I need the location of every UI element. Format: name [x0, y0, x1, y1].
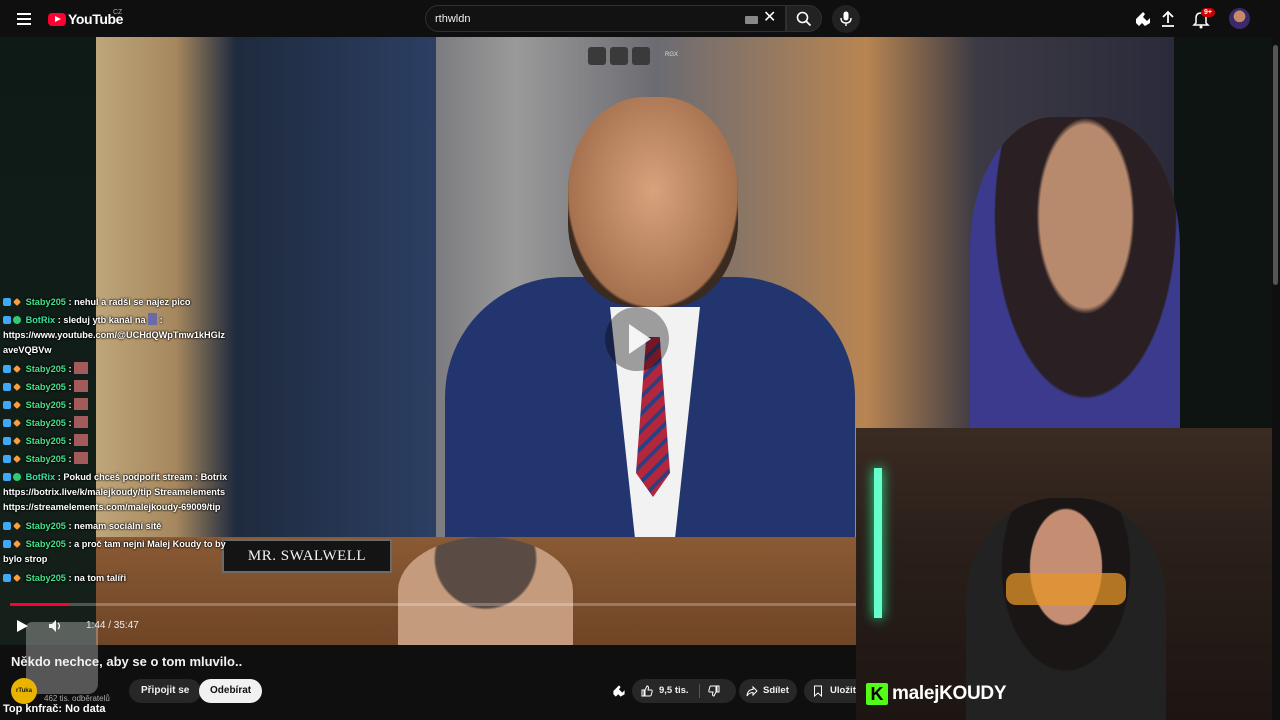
search-icon — [796, 11, 812, 27]
notification-badge: 9+ — [1201, 8, 1215, 17]
save-button[interactable]: Uložit — [804, 679, 856, 703]
dislike-icon[interactable] — [708, 685, 720, 697]
chat-message: Staby205 : — [3, 450, 238, 468]
badge-icon — [3, 437, 11, 445]
badge-icon — [3, 574, 11, 582]
voice-search-button[interactable] — [832, 5, 860, 33]
bookmark-icon — [814, 685, 822, 697]
badge-icon — [13, 365, 21, 373]
emote-icon — [74, 362, 89, 374]
search-query: rthwldn — [435, 13, 471, 25]
badge-icon — [3, 419, 11, 427]
stream-chat: Staby205 : nehul a radši se najez pico B… — [3, 293, 238, 587]
kick-logo: K — [866, 683, 888, 705]
microphone-icon — [840, 11, 852, 26]
youtube-play-icon — [48, 12, 66, 26]
overlay-tag: RGX — [665, 52, 679, 58]
search-button[interactable] — [786, 5, 822, 32]
badge-icon — [3, 365, 11, 373]
chat-message: BotRix : Pokud chceš podpořit stream : B… — [3, 472, 228, 512]
copy-icon[interactable] — [588, 47, 606, 65]
chat-message: Staby205 : nehul a radši se najez pico — [3, 293, 238, 311]
emote-icon — [74, 452, 89, 464]
badge-icon — [13, 419, 21, 427]
subscribe-button[interactable]: Odebírat — [199, 679, 263, 703]
badge-icon — [3, 383, 11, 391]
skip-icon[interactable] — [632, 47, 650, 65]
badge-icon — [13, 574, 21, 582]
badge-icon — [13, 540, 21, 548]
keyboard-icon[interactable] — [745, 16, 758, 24]
cam-glasses — [1006, 573, 1126, 605]
emote-icon — [148, 313, 158, 325]
progress-played — [10, 603, 71, 606]
subscriber-count: 462 tis. odběratelů — [44, 694, 110, 703]
badge-icon — [13, 401, 21, 409]
badge-icon — [13, 383, 21, 391]
country-code: CZ — [113, 9, 123, 16]
chat-message: Staby205 : — [3, 396, 238, 414]
extension-icon[interactable] — [611, 683, 627, 699]
badge-icon — [3, 316, 11, 324]
emote-icon — [74, 416, 89, 428]
badge-icon — [13, 437, 21, 445]
share-button[interactable]: Sdílet — [739, 679, 797, 703]
chat-message: BotRix : sleduj ytb kanál na : https://w… — [3, 313, 225, 355]
video-person-foreground — [398, 537, 573, 645]
youtube-logo[interactable]: YouTube — [48, 10, 123, 28]
account-avatar[interactable] — [1229, 8, 1250, 29]
menu-icon[interactable] — [14, 9, 34, 29]
join-button[interactable]: Připojit se — [129, 679, 202, 703]
chat-message: Staby205 : — [3, 432, 238, 450]
emote-icon — [74, 434, 89, 446]
nameplate: MR. SWALWELL — [222, 539, 392, 573]
like-icon[interactable] — [641, 685, 653, 697]
video-person-right — [970, 117, 1180, 447]
badge-icon — [13, 473, 21, 481]
emote-icon — [74, 398, 89, 410]
video-person-face — [568, 97, 738, 307]
top-bar: YouTube CZ rthwldn ✕ 9+ — [0, 0, 1280, 37]
badge-icon — [13, 455, 21, 463]
search-input[interactable]: rthwldn ✕ — [425, 5, 786, 32]
badge-icon — [3, 401, 11, 409]
badge-icon — [13, 522, 21, 530]
chat-message: Staby205 : — [3, 378, 238, 396]
badge-icon — [3, 473, 11, 481]
clear-icon[interactable]: ✕ — [763, 10, 776, 26]
chat-message: Staby205 : — [3, 414, 238, 432]
extension-icon[interactable] — [1133, 9, 1153, 29]
page-scrollbar[interactable] — [1272, 37, 1280, 720]
badge-icon — [13, 298, 21, 306]
like-count[interactable]: 9,5 tis. — [659, 679, 689, 703]
badge-icon — [3, 298, 11, 306]
exit-icon[interactable] — [610, 47, 628, 65]
badge-icon — [13, 316, 21, 324]
upload-icon[interactable] — [1158, 9, 1178, 29]
player-overlay-icons — [588, 47, 650, 65]
emote-icon — [74, 380, 89, 392]
play-overlay-icon[interactable] — [605, 307, 669, 371]
divider — [699, 684, 700, 698]
video-title: Někdo nechce, aby se o tom mluvilo.. — [11, 654, 243, 669]
scrollbar-thumb[interactable] — [1273, 45, 1278, 285]
chat-message: Staby205 : a proč tam nejni Malej Koudy … — [3, 539, 226, 564]
badge-icon — [3, 455, 11, 463]
share-icon — [746, 685, 758, 697]
like-dislike-group: 9,5 tis. — [632, 679, 736, 703]
channel-avatar[interactable]: rTuka — [11, 678, 37, 704]
streamer-label: K malejKOUDY — [866, 683, 1007, 705]
streamer-webcam: K malejKOUDY — [856, 428, 1280, 720]
badge-icon — [3, 522, 11, 530]
chat-message: Staby205 : na tom talíři — [3, 569, 238, 587]
badge-icon — [3, 540, 11, 548]
top-donor-label: Top knfrač: No data — [3, 703, 106, 715]
cam-led-light — [874, 468, 882, 618]
chat-message: Staby205 : nemam sociální sítě — [3, 517, 238, 535]
streamer-name: malejKOUDY — [892, 683, 1007, 704]
chat-message: Staby205 : — [3, 360, 238, 378]
